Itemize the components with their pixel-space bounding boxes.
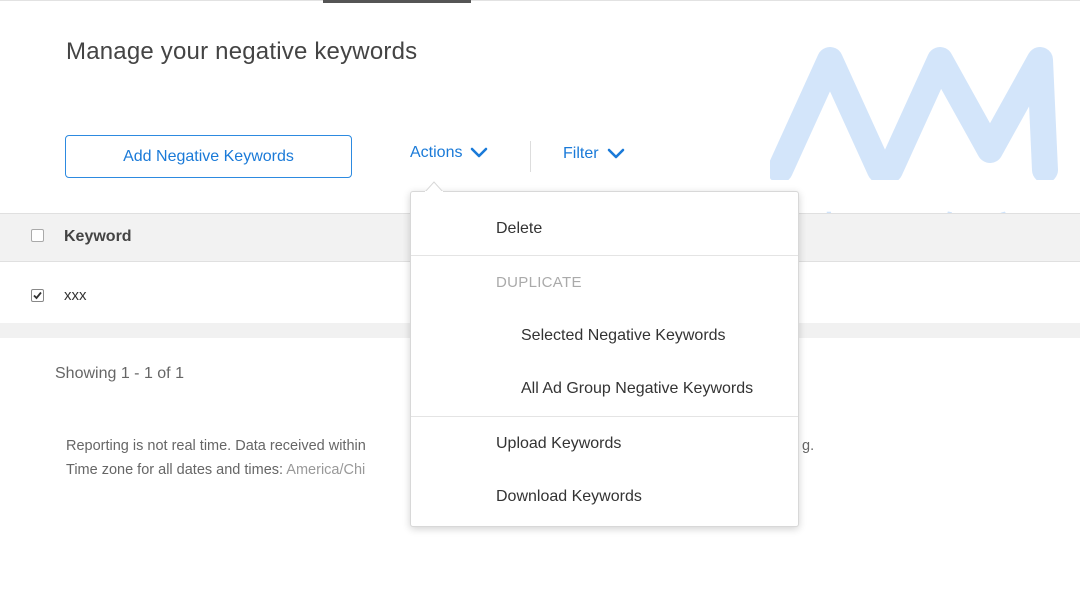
column-header-keyword[interactable]: Keyword: [64, 228, 132, 246]
chevron-down-icon: [471, 147, 488, 158]
menu-divider: [411, 255, 798, 256]
menu-item-upload-keywords[interactable]: Upload Keywords: [496, 435, 621, 453]
toolbar-divider: [530, 141, 531, 172]
filter-dropdown[interactable]: Filter: [563, 145, 625, 163]
reporting-footnote: Reporting is not real time. Data receive…: [66, 434, 366, 482]
menu-item-all-ad-group-negative-keywords[interactable]: All Ad Group Negative Keywords: [521, 380, 753, 398]
top-divider: [0, 0, 1080, 1]
page-title: Manage your negative keywords: [66, 38, 418, 65]
chevron-down-icon: [607, 148, 624, 159]
select-all-checkbox[interactable]: [31, 229, 44, 242]
actions-menu: Delete DUPLICATE Selected Negative Keywo…: [410, 191, 799, 527]
menu-item-selected-negative-keywords[interactable]: Selected Negative Keywords: [521, 327, 726, 345]
active-tab-indicator[interactable]: [323, 0, 471, 3]
footnote-tz-prefix: Time zone for all dates and times:: [66, 462, 287, 478]
actions-dropdown[interactable]: Actions: [410, 144, 488, 162]
menu-caret: [425, 181, 443, 192]
add-negative-keywords-button[interactable]: Add Negative Keywords: [65, 135, 352, 178]
watermark-logo: [770, 47, 1058, 180]
pagination-status: Showing 1 - 1 of 1: [55, 365, 184, 382]
page: Manage your negative keywords 七麦ASM智库 Ad…: [0, 0, 1080, 608]
footnote-line-1-tail: g.: [802, 438, 815, 454]
row-keyword-cell: xxx: [64, 287, 87, 304]
filter-label: Filter: [563, 145, 599, 162]
footnote-line-1: Reporting is not real time. Data receive…: [66, 438, 366, 454]
menu-item-download-keywords[interactable]: Download Keywords: [496, 488, 642, 506]
checkmark-icon: [33, 291, 42, 300]
footnote-tz-value: America/Chi: [286, 462, 366, 478]
row-checkbox[interactable]: [31, 289, 44, 302]
actions-label: Actions: [410, 144, 463, 161]
footnote-line-2: Time zone for all dates and times: Ameri…: [66, 458, 366, 482]
menu-divider: [411, 416, 798, 417]
menu-section-duplicate: DUPLICATE: [496, 274, 582, 291]
menu-item-delete[interactable]: Delete: [496, 220, 542, 238]
